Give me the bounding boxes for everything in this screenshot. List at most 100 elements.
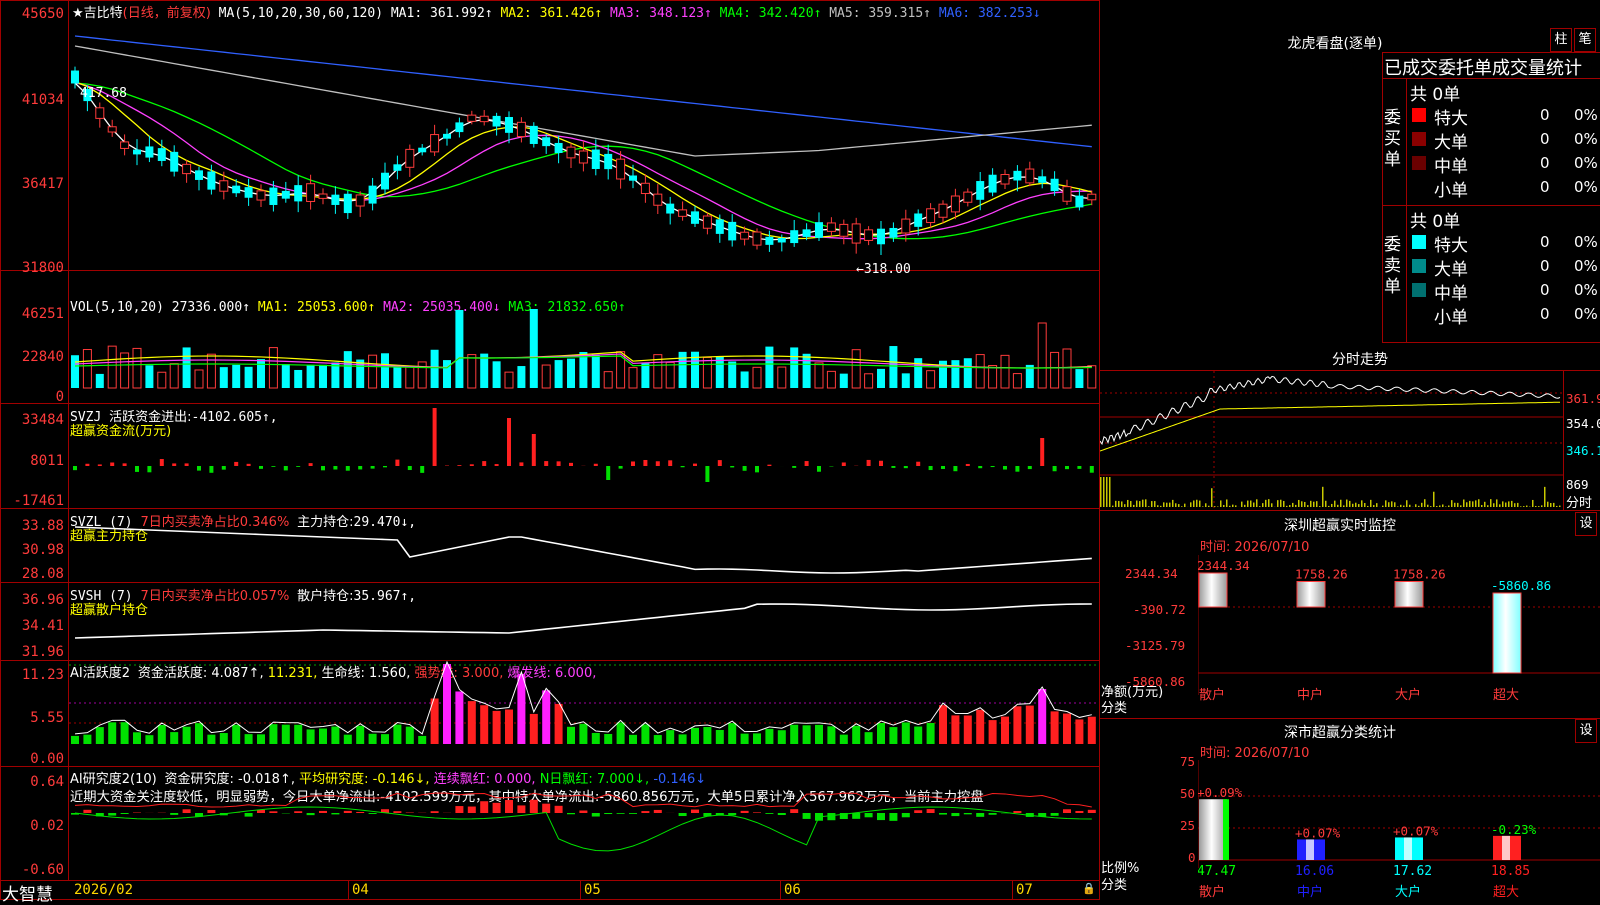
svzl-chart[interactable] (69, 509, 1099, 582)
research-bar (83, 810, 91, 813)
candlestick-chart[interactable] (69, 22, 1099, 270)
volume-bar (1038, 323, 1046, 388)
order-count: 0 (1540, 154, 1550, 172)
intraday-volume-bar (1385, 500, 1387, 507)
candle-body (778, 238, 786, 242)
intraday-volume-bar (1136, 501, 1138, 507)
intraday-volume-bar (1433, 492, 1435, 507)
candle-body (1063, 187, 1071, 202)
activity-bar (964, 715, 972, 744)
x-tick (1012, 880, 1013, 900)
activity-bar (108, 722, 116, 744)
intraday-volume-bar (1448, 506, 1450, 507)
szcls-title: 深市超赢分类统计 (1260, 722, 1420, 742)
research-bar (1075, 811, 1083, 813)
research-bar (331, 813, 339, 814)
volume-bar (493, 361, 501, 388)
price-tick: 41034 (2, 92, 64, 108)
fund-flow-bar (383, 466, 387, 467)
bar-mode-button[interactable]: 柱 (1550, 28, 1572, 52)
intraday-volume-bar (1169, 503, 1171, 507)
intraday-volume-bar (1220, 500, 1222, 507)
candle-body (827, 223, 835, 231)
fund-flow-bar (395, 460, 399, 466)
intraday-chart[interactable] (1100, 371, 1563, 509)
activity-bar (654, 735, 662, 744)
szcls-settings-button[interactable]: 设 (1575, 719, 1597, 743)
class-bar-edge (1223, 799, 1229, 860)
research-bar (951, 813, 959, 816)
szmon-settings-button[interactable]: 设 (1575, 512, 1597, 536)
x-label: 2026/02 (74, 882, 133, 898)
candle-body (1026, 169, 1034, 183)
candle-body (468, 115, 476, 121)
research-bar (691, 810, 699, 813)
candle-body (96, 108, 104, 119)
intraday-volume-bar (1100, 477, 1102, 507)
tick-mode-button[interactable]: 笔 (1574, 28, 1596, 52)
candle-body (170, 152, 178, 172)
fund-flow-bar (98, 464, 102, 466)
activity-bar (1038, 689, 1046, 744)
volume-bar (964, 358, 972, 388)
fund-flow-bar (891, 466, 895, 468)
szmon-chart[interactable]: 2344.34散户1758.26中户1758.26大户-5860.86超大 (1198, 555, 1600, 715)
intraday-volume-bar (1256, 499, 1258, 507)
candle-body (183, 164, 191, 173)
volume-bar (195, 370, 203, 388)
candle-body (1001, 175, 1009, 185)
activity-bar (927, 723, 935, 744)
star-icon[interactable]: ★ (72, 6, 84, 21)
activity-bar (505, 710, 513, 744)
intraday-volume-bar (1154, 501, 1156, 507)
intraday-volume-bar (1523, 506, 1525, 507)
intraday-volume-bar (1382, 506, 1384, 507)
intraday-volume-bar (1532, 500, 1534, 507)
candle-body (530, 126, 538, 144)
volume-bar (245, 367, 253, 388)
ai-research-chart[interactable] (69, 767, 1099, 880)
activity-bar (989, 720, 997, 744)
activity-bar (951, 715, 959, 744)
volume-bar (617, 352, 625, 388)
candle-body (951, 196, 959, 212)
research-bar (431, 811, 439, 813)
fund-flow-bar (755, 466, 759, 472)
research-bar (778, 813, 786, 815)
intraday-volume-bar (1460, 505, 1462, 507)
order-total: 共 0单 (1410, 207, 1460, 232)
activity-bar (232, 725, 240, 744)
intraday-volume-bar (1430, 506, 1432, 507)
candle-body (840, 224, 848, 236)
fund-flow-bar (743, 466, 747, 471)
order-type: 特大 (1434, 104, 1468, 129)
svzj-tick: 33484 (2, 412, 64, 428)
candle-body (902, 219, 910, 233)
intraday-volume-bar (1520, 506, 1522, 507)
volume-bar (641, 363, 649, 388)
volume-bar (902, 373, 910, 388)
activity-bar (914, 727, 922, 744)
candle-body (877, 229, 885, 245)
intraday-volume-bar (1547, 502, 1549, 507)
intraday-volume-bar (1334, 501, 1336, 507)
intraday-volume-bar (1499, 504, 1501, 507)
x-tick (348, 880, 349, 900)
lock-icon[interactable]: 🔒 (1082, 882, 1096, 895)
svzj-chart[interactable] (69, 404, 1099, 508)
order-color-swatch (1412, 283, 1426, 297)
intraday-volume-bar (1439, 505, 1441, 507)
szcls-chart[interactable]: +0.09%47.47散户+0.07%16.06中户+0.07%17.62大户-… (1198, 760, 1600, 900)
svsh-chart[interactable] (69, 583, 1099, 660)
research-bar (455, 806, 463, 813)
intraday-volume-bar (1559, 506, 1561, 507)
intraday-volume-bar (1370, 500, 1372, 507)
volume-chart[interactable] (69, 300, 1099, 402)
candle-body (307, 184, 315, 202)
intraday-volume-bar (1403, 506, 1405, 507)
candle-body (517, 122, 525, 136)
research-bar (865, 813, 873, 817)
ai-activity-chart[interactable] (69, 661, 1099, 766)
intraday-volume-bar (1112, 506, 1114, 507)
volume-bar (294, 370, 302, 388)
